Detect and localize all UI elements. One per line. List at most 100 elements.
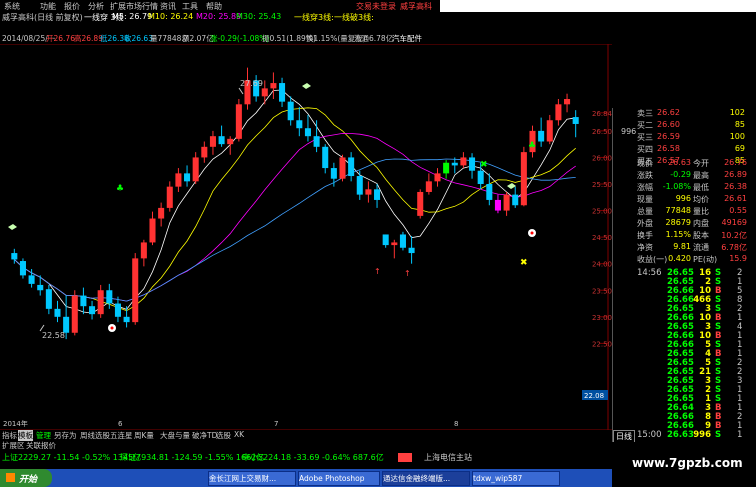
candle-body bbox=[71, 295, 78, 333]
candle-body bbox=[54, 308, 61, 317]
related-quote-tab[interactable]: 关联报价 bbox=[26, 440, 56, 451]
order-book-row: 卖三 26.62 102 bbox=[613, 108, 756, 120]
start-button[interactable]: 开始 bbox=[0, 469, 52, 487]
candle bbox=[89, 300, 96, 320]
stats-row: 现量 996 均价 26.61 bbox=[613, 194, 756, 206]
candle bbox=[348, 152, 355, 182]
candle bbox=[546, 114, 553, 145]
menu-function[interactable]: 功能 bbox=[40, 1, 56, 12]
candle bbox=[425, 173, 432, 195]
candle-body bbox=[270, 83, 277, 89]
candle-body bbox=[451, 162, 458, 166]
stats-label: 流通 bbox=[693, 243, 709, 252]
candle-body bbox=[564, 99, 571, 105]
stats-label: 均价 bbox=[693, 195, 709, 204]
arrow-up-marker-icon: ↑ bbox=[404, 269, 411, 278]
diamond-marker-icon bbox=[507, 183, 516, 189]
menu-analysis[interactable]: 分析 bbox=[88, 1, 104, 12]
candle bbox=[45, 284, 52, 315]
grid-layer bbox=[600, 112, 608, 344]
arrow-up-marker-icon: ↑ bbox=[374, 267, 381, 276]
menu-tools[interactable]: 工具 bbox=[182, 1, 198, 12]
candle bbox=[469, 153, 476, 179]
stats-label: 最低 bbox=[693, 183, 709, 192]
task-tdxw[interactable]: tdxw_wip587 bbox=[472, 471, 560, 486]
candle-body bbox=[45, 289, 52, 309]
info-open: 开26.76 bbox=[46, 34, 75, 43]
menu-extend-market[interactable]: 扩展市场行情 bbox=[110, 1, 158, 12]
menu-help[interactable]: 帮助 bbox=[206, 1, 222, 12]
order-book-volume: 102 bbox=[729, 108, 745, 117]
stats-row: 现价 26.63 今开 26.76 bbox=[613, 158, 756, 170]
y-tick-label: 22.50 bbox=[592, 340, 612, 348]
order-book-price: 26.62 bbox=[657, 108, 680, 117]
stats-label: 净资 bbox=[637, 243, 653, 252]
stats-value: 49169 bbox=[721, 218, 747, 227]
candle-body bbox=[192, 157, 199, 182]
order-book-price: 26.58 bbox=[657, 144, 680, 153]
candle-body bbox=[374, 189, 381, 200]
candle-body bbox=[503, 194, 510, 211]
task-trade-client[interactable]: 金长江网上交易财... bbox=[208, 471, 296, 486]
extend-area-tab[interactable]: 扩展区 bbox=[2, 440, 25, 451]
info-float: 流通6.78亿 bbox=[354, 34, 394, 43]
corner-price-value: 22.08 bbox=[584, 392, 604, 400]
menu-info[interactable]: 资讯 bbox=[160, 1, 176, 12]
y-tick-label: 24.50 bbox=[592, 234, 612, 242]
menu-bar: 系统 功能 报价 分析 扩展市场行情 资讯 工具 帮助 交易未登录 威孚高科 bbox=[0, 0, 440, 12]
candle bbox=[365, 181, 372, 203]
stats-label: 今开 bbox=[693, 159, 709, 168]
candle-body bbox=[348, 157, 355, 177]
y-tick-label: 25.00 bbox=[592, 208, 612, 216]
candlestick-chart[interactable]: 26.84 26.50 26.00 25.50 25.00 24.50 24.00 23.50… bbox=[0, 44, 612, 430]
y-tick-label: 23.00 bbox=[592, 314, 612, 322]
stock-name-link[interactable]: 威孚高科 bbox=[400, 1, 432, 12]
ma20-line bbox=[14, 132, 576, 302]
stats-value: 26.89 bbox=[724, 170, 747, 179]
stats-label: 总量 bbox=[637, 207, 653, 216]
month-label-6: 6 bbox=[118, 420, 123, 428]
candle-body bbox=[235, 104, 242, 139]
stats-row: 净资 9.81 流通 6.78亿 bbox=[613, 242, 756, 254]
candle-body bbox=[434, 173, 441, 182]
candle-body bbox=[166, 186, 173, 208]
sme-index[interactable]: 中小5224.18 -33.69 -0.64% 687.6亿 bbox=[242, 452, 384, 463]
candle-body bbox=[494, 199, 501, 211]
stats-row: 收益(一) 0.420 PE(动) 15.9 bbox=[613, 254, 756, 266]
stock-title: 威孚高科(日线 前复权) bbox=[2, 13, 83, 22]
candle-body bbox=[391, 242, 398, 246]
candle bbox=[391, 239, 398, 259]
candle bbox=[330, 162, 337, 187]
stats-label: 现价 bbox=[637, 159, 653, 168]
menu-quote[interactable]: 报价 bbox=[64, 1, 80, 12]
candle-body bbox=[399, 234, 406, 248]
order-book-label: 卖三 bbox=[637, 109, 653, 118]
order-book-row: 买四 26.58 69 bbox=[613, 144, 756, 156]
candle bbox=[443, 160, 450, 179]
windows-logo-icon bbox=[6, 473, 15, 482]
candle bbox=[313, 120, 320, 153]
order-book-label: 买四 bbox=[637, 145, 653, 154]
stats-label: 涨幅 bbox=[637, 183, 653, 192]
tab-xk[interactable]: XK bbox=[234, 430, 244, 439]
candle bbox=[555, 99, 562, 126]
menu-system[interactable]: 系统 bbox=[4, 1, 20, 12]
candle bbox=[356, 170, 363, 200]
trade-login-link[interactable]: 交易未登录 bbox=[356, 1, 396, 12]
candle bbox=[184, 165, 191, 187]
diamond-marker-icon bbox=[302, 83, 311, 89]
candle-body bbox=[356, 176, 363, 195]
task-photoshop[interactable]: Adobe Photoshop bbox=[298, 471, 380, 486]
candle-body bbox=[382, 234, 389, 246]
info-sector: 汽车配件 bbox=[392, 34, 422, 43]
cross-marker-icon: ✖ bbox=[520, 258, 528, 268]
candle bbox=[503, 191, 510, 216]
candle bbox=[382, 234, 389, 248]
candle-body bbox=[313, 136, 320, 147]
stats-label: 现量 bbox=[637, 195, 653, 204]
candle bbox=[140, 239, 147, 267]
candle-body bbox=[158, 207, 165, 219]
candle-body bbox=[106, 290, 113, 304]
low-annotation: 22.58 bbox=[42, 331, 65, 340]
task-tdx-terminal[interactable]: 通达信金融终端版... bbox=[382, 471, 470, 486]
